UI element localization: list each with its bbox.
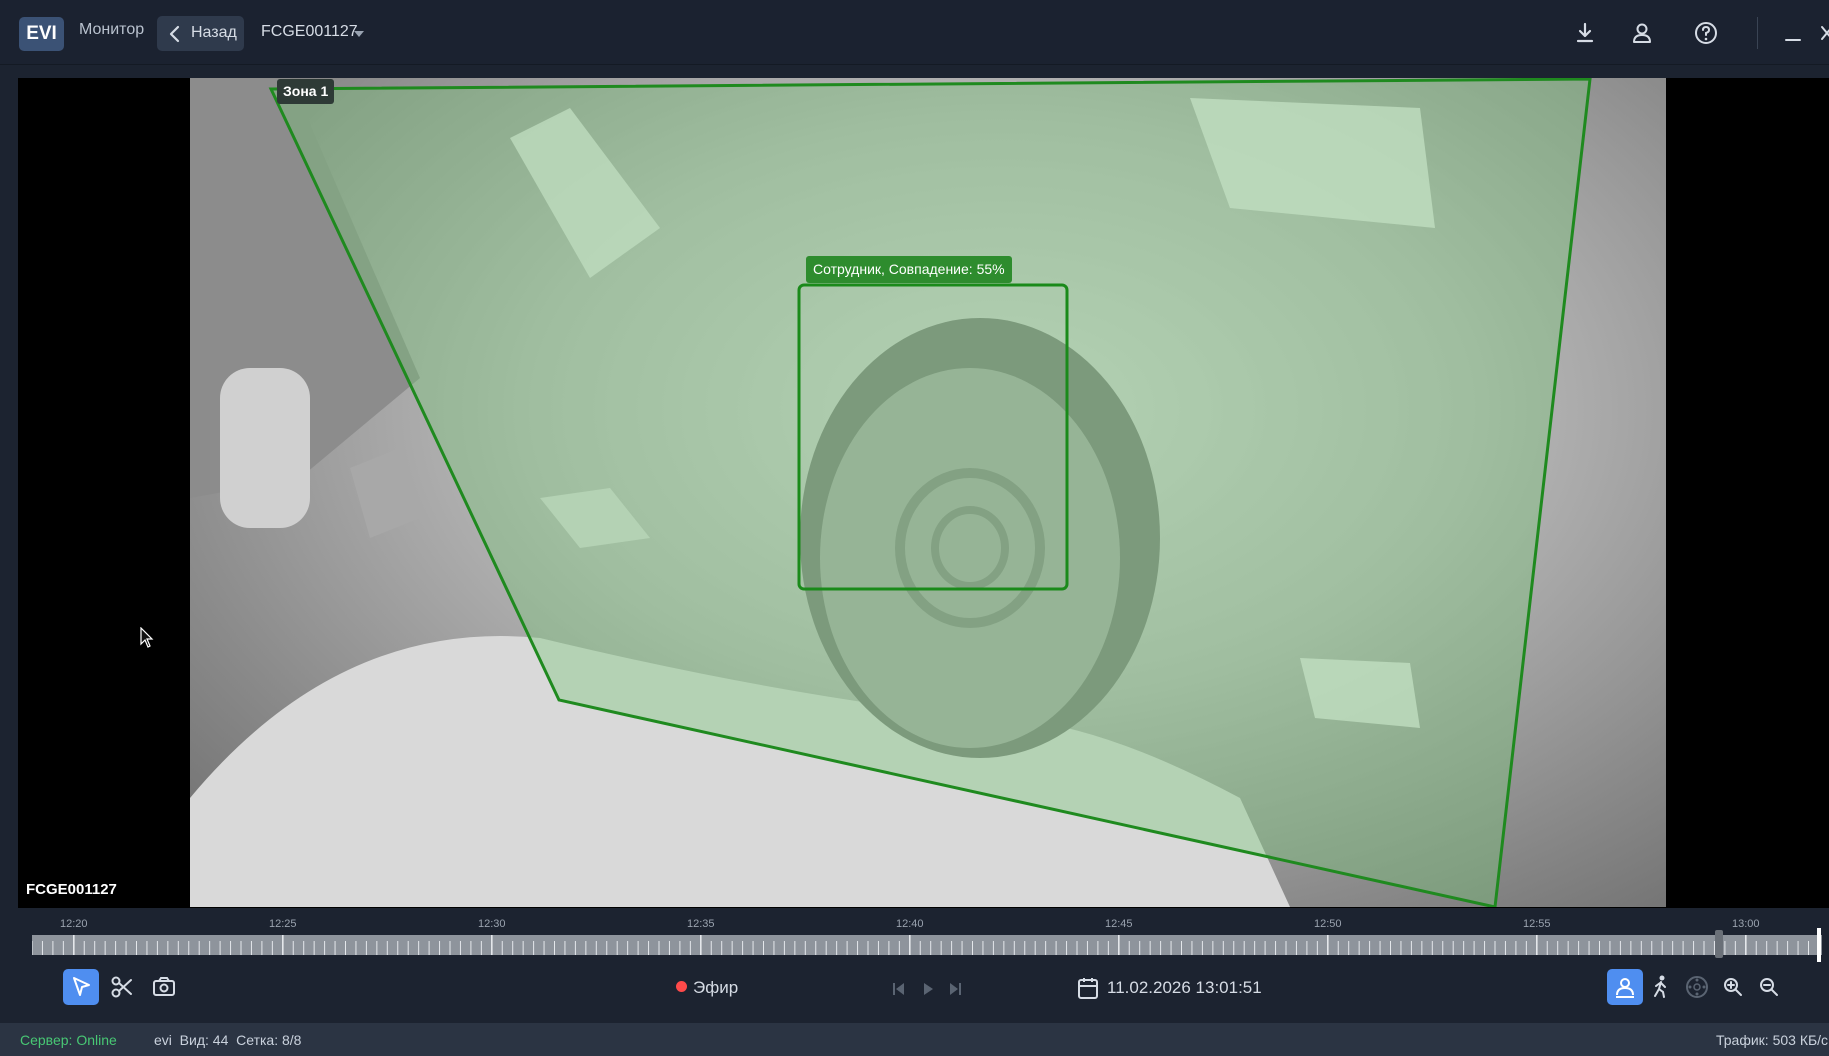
person-walk-icon xyxy=(1654,975,1666,998)
timeline-tick-label: 12:45 xyxy=(1105,918,1133,930)
camera-icon xyxy=(153,977,175,996)
clip-tool-button[interactable] xyxy=(104,969,140,1005)
camera-scene xyxy=(190,78,1592,907)
calendar-icon xyxy=(1078,978,1098,999)
top-bar: EVI Монитор Назад FCGE001127 xyxy=(0,0,1829,65)
chevron-left-icon xyxy=(169,25,180,43)
face-match-label: Сотрудник, Совпадение: 55% xyxy=(806,256,1012,283)
help-icon[interactable] xyxy=(1693,20,1719,46)
ptz-icon xyxy=(1686,976,1708,998)
face-detect-button[interactable] xyxy=(1607,969,1643,1005)
app-logo: EVI xyxy=(19,17,64,51)
camera-select-value: FCGE001127 xyxy=(261,23,358,40)
server-status: Сервер: Online xyxy=(20,1032,117,1048)
download-icon[interactable] xyxy=(1572,20,1598,46)
timeline-tick-label: 12:35 xyxy=(687,918,715,930)
timeline-tick-label: 13:00 xyxy=(1732,918,1760,930)
timeline-now-indicator xyxy=(1817,928,1821,962)
timeline-ticks xyxy=(31,935,1820,955)
close-icon[interactable] xyxy=(1813,20,1829,46)
live-button[interactable]: Эфир xyxy=(676,978,738,998)
toolbar-divider xyxy=(1757,17,1758,49)
status-bar: Сервер: Online evi Вид: 44 Сетка: 8/8 Тр… xyxy=(0,1023,1829,1056)
ptz-button[interactable] xyxy=(1679,969,1715,1005)
play-icon xyxy=(924,983,933,995)
timeline-handle[interactable] xyxy=(1715,930,1723,958)
minimize-icon[interactable] xyxy=(1780,20,1806,46)
mouse-cursor-icon xyxy=(140,627,154,648)
back-button[interactable]: Назад xyxy=(157,16,244,51)
zoom-out-icon xyxy=(1760,978,1778,996)
user-icon[interactable] xyxy=(1629,20,1655,46)
traffic-info: Трафик: 503 КБ/с xyxy=(1716,1032,1829,1048)
zoom-in-icon xyxy=(1724,978,1742,996)
chevron-down-icon xyxy=(354,31,364,37)
user-view-info: evi Вид: 44 Сетка: 8/8 xyxy=(154,1032,302,1048)
camera-frame[interactable] xyxy=(190,78,1666,907)
timeline-tick-label: 12:25 xyxy=(269,918,297,930)
timeline-tick-label: 12:55 xyxy=(1523,918,1551,930)
timeline-tick-label: 12:40 xyxy=(896,918,924,930)
datetime-picker[interactable]: 11.02.2026 13:01:51 xyxy=(1077,976,1262,1005)
select-icon xyxy=(73,977,90,996)
scissors-icon xyxy=(111,976,132,998)
face-detect-icon xyxy=(1616,978,1634,998)
select-tool-button[interactable] xyxy=(63,969,99,1005)
live-label: Эфир xyxy=(693,978,739,997)
skip-back-icon xyxy=(893,983,904,995)
snapshot-button[interactable] xyxy=(146,969,182,1005)
camera-select[interactable]: FCGE001127 xyxy=(261,23,364,41)
zoom-out-button[interactable] xyxy=(1751,969,1787,1005)
timeline-tick-label: 12:20 xyxy=(60,918,88,930)
zone-label: Зона 1 xyxy=(277,79,335,104)
timeline-track[interactable] xyxy=(31,935,1822,955)
back-button-label: Назад xyxy=(191,24,237,41)
datetime-value: 11.02.2026 13:01:51 xyxy=(1107,978,1262,997)
nav-monitor-link[interactable]: Монитор xyxy=(79,21,144,39)
live-dot-icon xyxy=(676,981,687,992)
timeline-tick-label: 12:30 xyxy=(478,918,506,930)
camera-name-overlay: FCGE001127 xyxy=(26,881,117,898)
skip-forward-icon xyxy=(950,983,961,995)
zoom-in-button[interactable] xyxy=(1715,969,1751,1005)
timeline-tick-label: 12:50 xyxy=(1314,918,1342,930)
playback-controls xyxy=(893,983,961,995)
motion-person-button[interactable] xyxy=(1643,969,1679,1005)
